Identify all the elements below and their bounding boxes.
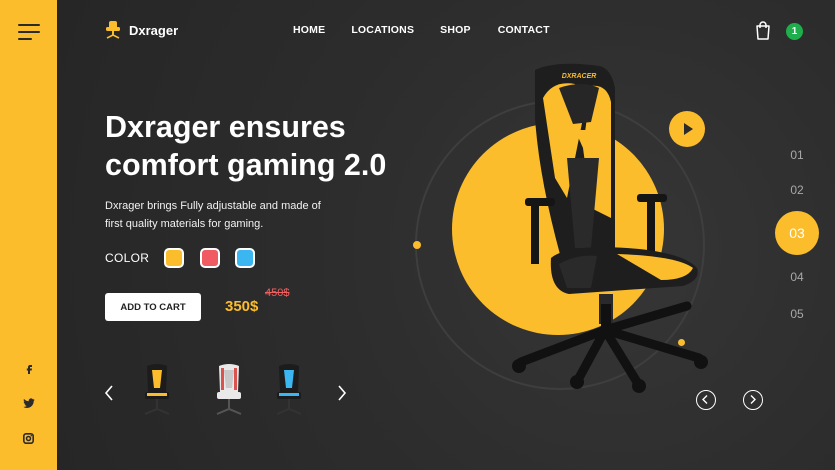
- description-line-1: Dxrager brings Fully adjustable and made…: [105, 200, 321, 212]
- slide-next-button[interactable]: [743, 390, 763, 410]
- color-swatch-blue[interactable]: [235, 248, 255, 268]
- page-05[interactable]: 05: [775, 307, 819, 321]
- twitter-icon[interactable]: [0, 398, 57, 412]
- slide-prev-button[interactable]: [696, 390, 716, 410]
- nav-shop[interactable]: SHOP: [440, 24, 471, 36]
- hero-description: Dxrager brings Fully adjustable and made…: [105, 197, 355, 233]
- gaming-chair-image: DXRACER: [512, 63, 708, 393]
- thumbnail-white-red-chair[interactable]: [207, 362, 251, 420]
- thumbnail-prev-button[interactable]: [104, 385, 114, 406]
- brand-name: Dxrager: [129, 22, 179, 38]
- color-label: COLOR: [105, 251, 150, 265]
- main-panel: Dxrager HOME LOCATIONS SHOP CONTACT 1 Dx…: [57, 0, 835, 470]
- thumbnail-yellow-chair[interactable]: [135, 362, 179, 420]
- nav-contact[interactable]: CONTACT: [498, 24, 550, 36]
- sidebar: [0, 0, 57, 470]
- page-01[interactable]: 01: [775, 148, 819, 162]
- page-04[interactable]: 04: [775, 270, 819, 284]
- chair-logo-icon: [106, 21, 120, 39]
- current-price: 350$: [225, 298, 259, 315]
- color-swatch-yellow[interactable]: [164, 248, 184, 268]
- thumbnail-next-button[interactable]: [337, 385, 347, 406]
- chair-brand-mark: DXRACER: [562, 73, 597, 80]
- color-swatch-red[interactable]: [200, 248, 220, 268]
- main-nav: HOME LOCATIONS SHOP CONTACT: [293, 24, 550, 36]
- headline-line-1: Dxrager ensures: [105, 110, 346, 144]
- instagram-icon[interactable]: [0, 433, 57, 447]
- page-02[interactable]: 02: [775, 183, 819, 197]
- hero-headline: Dxrager ensures comfort gaming 2.0: [105, 108, 435, 184]
- facebook-icon[interactable]: [0, 363, 57, 378]
- nav-locations[interactable]: LOCATIONS: [351, 24, 414, 36]
- menu-icon[interactable]: [18, 24, 40, 40]
- brand-logo[interactable]: Dxrager: [105, 21, 178, 39]
- thumbnail-blue-chair[interactable]: [267, 362, 311, 420]
- old-price: 450$: [265, 287, 290, 299]
- nav-home[interactable]: HOME: [293, 24, 325, 36]
- add-to-cart-button[interactable]: ADD TO CART: [105, 293, 201, 321]
- page-03-active[interactable]: 03: [775, 211, 819, 255]
- cart-count-badge: 1: [786, 23, 803, 40]
- shopping-bag-icon[interactable]: [755, 21, 771, 45]
- headline-line-2: comfort gaming 2.0: [105, 148, 387, 182]
- orbit-dot: [413, 241, 421, 249]
- description-line-2: first quality materials for gaming.: [105, 218, 264, 230]
